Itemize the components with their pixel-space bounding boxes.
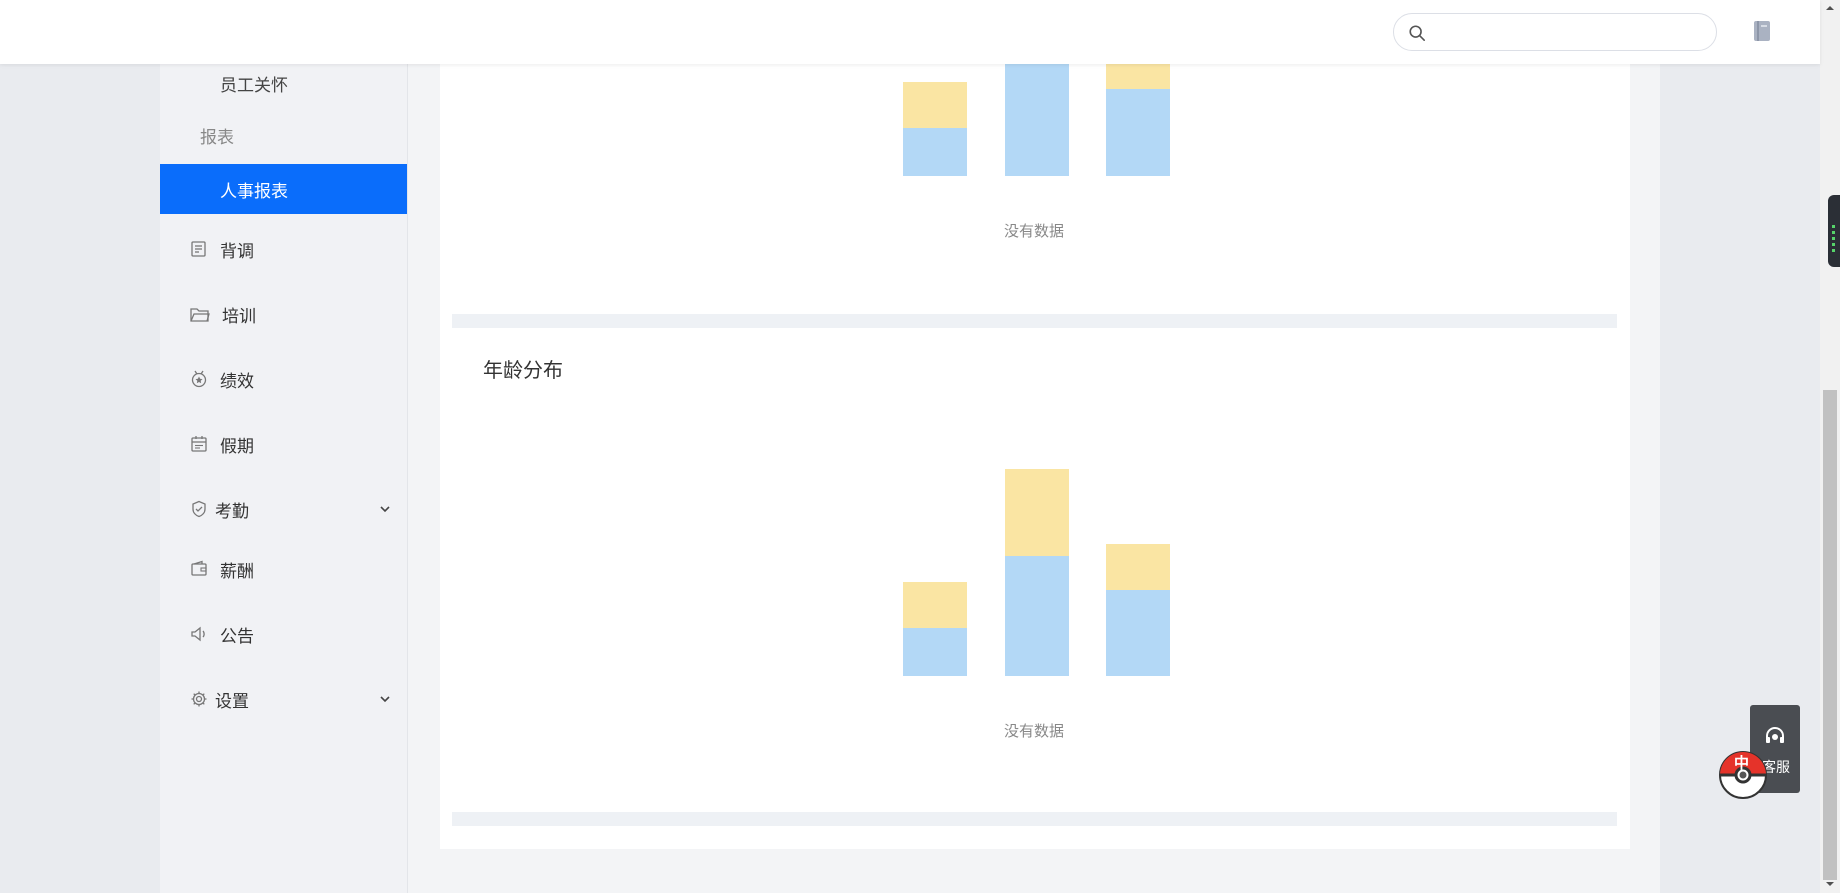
top-header [0, 0, 1820, 64]
scrollbar-thumb[interactable] [1823, 390, 1837, 880]
empty-state-text: 没有数据 [1003, 222, 1064, 240]
sidebar-item-settings[interactable]: 设置 [190, 685, 400, 713]
side-panel-handle[interactable] [1828, 195, 1840, 267]
sidebar-item-payroll[interactable]: 薪酬 [190, 555, 400, 583]
calendar-icon [191, 436, 207, 452]
sidebar-item-label: 人事报表 [220, 182, 288, 202]
card-title: 年龄分布 [483, 358, 563, 382]
placeholder-bar [903, 82, 967, 176]
age-distribution-card: 年龄分布 没有数据 [452, 328, 1617, 812]
sidebar-item-label: 假期 [220, 436, 254, 457]
medal-icon [191, 370, 207, 388]
placeholder-bar [903, 582, 967, 676]
report-card-1: 没有数据 [452, 64, 1617, 314]
sidebar-item-hr-report[interactable]: 人事报表 [160, 164, 407, 214]
gear-icon [191, 691, 207, 707]
sidebar-item-label: 绩效 [220, 371, 254, 392]
scroll-down-icon[interactable] [1826, 880, 1834, 888]
sidebar-item-employee-care[interactable]: 员工关怀 [220, 71, 288, 96]
folder-icon [190, 308, 210, 322]
placeholder-bar [1005, 64, 1069, 176]
sidebar: 员工关怀 报表 人事报表 背调 培训 绩效 假期 考勤 薪酬 公告 设置 [160, 64, 408, 893]
sidebar-item-label: 考勤 [215, 501, 249, 522]
sidebar-item-label: 培训 [222, 306, 256, 327]
sidebar-item-label: 设置 [215, 691, 249, 712]
placeholder-bar [1106, 64, 1170, 176]
speaker-icon [191, 626, 205, 642]
chevron-down-icon[interactable] [378, 692, 392, 706]
sidebar-item-announcement[interactable]: 公告 [190, 620, 400, 648]
sidebar-item-attendance[interactable]: 考勤 [190, 495, 400, 523]
form-icon [191, 241, 206, 257]
chevron-down-icon[interactable] [378, 502, 392, 516]
sidebar-item-training[interactable]: 培训 [190, 300, 400, 328]
shield-check-icon [192, 500, 206, 518]
sidebar-item-label: 薪酬 [220, 561, 254, 582]
sidebar-item-background-check[interactable]: 背调 [190, 235, 400, 263]
headset-icon [1766, 727, 1784, 743]
sidebar-item-label: 背调 [220, 241, 254, 262]
empty-state-text: 没有数据 [1003, 722, 1064, 740]
sidebar-item-leave[interactable]: 假期 [190, 430, 400, 458]
input-method-label: 中 [1734, 754, 1750, 772]
card-divider [452, 314, 1617, 328]
card-divider [452, 812, 1617, 826]
placeholder-bar [1106, 544, 1170, 676]
search-input[interactable] [1434, 20, 1658, 46]
sidebar-item-performance[interactable]: 绩效 [190, 365, 400, 393]
placeholder-bar [1005, 469, 1069, 676]
sidebar-group-reports: 报表 [200, 128, 234, 148]
search-box[interactable] [1393, 13, 1717, 51]
book-icon[interactable] [1752, 20, 1772, 42]
sidebar-item-label: 公告 [220, 626, 254, 647]
scroll-up-icon[interactable] [1826, 4, 1834, 12]
search-icon [1409, 25, 1426, 42]
wallet-icon [191, 560, 207, 576]
pokeball-widget[interactable]: 中 [1718, 750, 1768, 800]
